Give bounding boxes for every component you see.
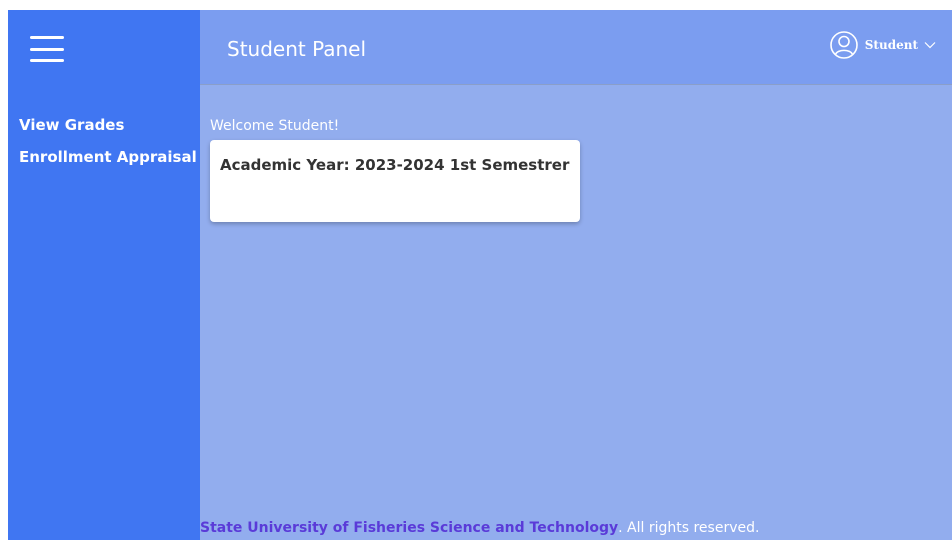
academic-year-card: Academic Year: 2023-2024 1st Semestrer <box>210 140 580 222</box>
page-title: Student Panel <box>227 37 367 61</box>
chevron-down-icon[interactable] <box>924 41 936 49</box>
user-circle-icon[interactable] <box>829 30 859 60</box>
sidebar: View Grades Enrollment Appraisal <box>8 10 200 540</box>
hamburger-icon[interactable] <box>30 36 64 62</box>
main-area: Student Panel Student Welcome Student! A… <box>200 10 952 540</box>
hamburger-line <box>30 36 64 39</box>
footer-rights: . All rights reserved. <box>618 520 760 536</box>
user-menu[interactable]: Student <box>829 30 936 60</box>
content: Welcome Student! Academic Year: 2023-202… <box>210 118 580 222</box>
academic-year-title: Academic Year: 2023-2024 1st Semestrer <box>220 156 570 174</box>
hamburger-line <box>30 47 64 51</box>
sidebar-nav: View Grades Enrollment Appraisal <box>19 114 197 178</box>
footer-org-link[interactable]: State University of Fisheries Science an… <box>200 520 618 536</box>
footer: State University of Fisheries Science an… <box>200 520 759 536</box>
topbar: Student Panel Student <box>200 10 952 85</box>
sidebar-item-view-grades[interactable]: View Grades <box>19 114 197 146</box>
sidebar-item-enrollment-appraisal[interactable]: Enrollment Appraisal <box>19 146 197 178</box>
welcome-message: Welcome Student! <box>210 118 340 134</box>
app-frame: View Grades Enrollment Appraisal Student… <box>8 10 952 540</box>
hamburger-line <box>30 59 64 62</box>
user-name[interactable]: Student <box>865 38 918 52</box>
